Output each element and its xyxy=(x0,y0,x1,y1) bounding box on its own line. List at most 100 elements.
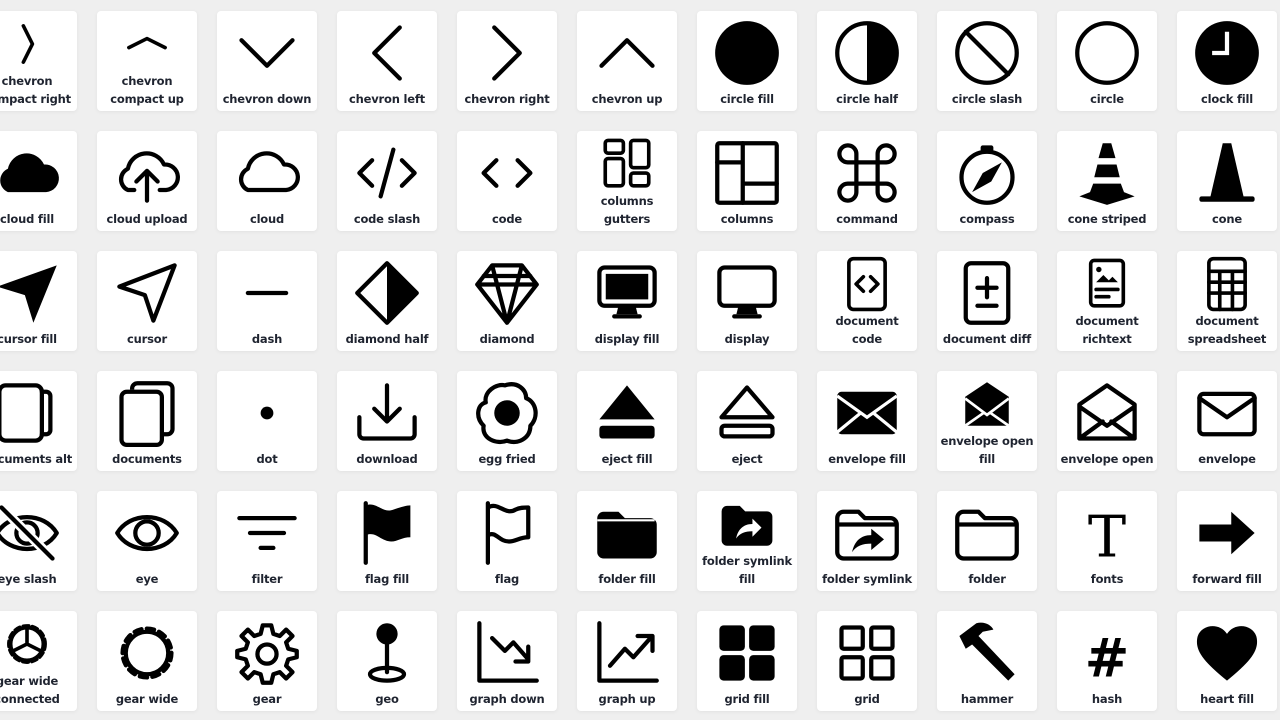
icon-card-cone[interactable]: cone xyxy=(1177,131,1277,231)
icon-card-grid[interactable]: grid xyxy=(817,611,917,711)
cloud-fill-icon xyxy=(0,153,59,193)
icon-card-documents-alt[interactable]: documents alt xyxy=(0,371,77,471)
icon-card-eject[interactable]: eject xyxy=(697,371,797,471)
icon-label: gear wide xyxy=(115,691,179,706)
icon-card-eye-slash[interactable]: eye slash xyxy=(0,491,77,591)
icon-card-columns[interactable]: columns xyxy=(697,131,797,231)
icon-card-document-richtext[interactable]: document richtext xyxy=(1057,251,1157,351)
icon-card-folder-symlink[interactable]: folder symlink xyxy=(817,491,917,591)
cone-striped-icon xyxy=(1079,143,1135,205)
icon-card-geo[interactable]: geo xyxy=(337,611,437,711)
icon-card-fonts[interactable]: Tfonts xyxy=(1057,491,1157,591)
icon-card-circle-slash[interactable]: circle slash xyxy=(937,11,1037,111)
icon-card-hash[interactable]: # hash xyxy=(1057,611,1157,711)
icon-card-cloud-upload[interactable]: cloud upload xyxy=(97,131,197,231)
icon-label: documents alt xyxy=(0,451,73,466)
icon-card-gear[interactable]: gear xyxy=(217,611,317,711)
icon-card-dot[interactable]: dot xyxy=(217,371,317,471)
icon-label: grid xyxy=(854,691,880,706)
icon-card-grid-fill[interactable]: grid fill xyxy=(697,611,797,711)
icon-card-cloud-fill[interactable]: cloud fill xyxy=(0,131,77,231)
code-slash-icon xyxy=(357,147,417,199)
icon-card-cone-striped[interactable]: cone striped xyxy=(1057,131,1157,231)
icon-label: cursor fill xyxy=(0,331,57,346)
icon-card-document-code[interactable]: document code xyxy=(817,251,917,351)
grid-fill-icon xyxy=(719,625,775,681)
icon-card-code-slash[interactable]: code slash xyxy=(337,131,437,231)
icon-card-heart-fill[interactable]: heart fill xyxy=(1177,611,1277,711)
icon-card-flag-fill[interactable]: flag fill xyxy=(337,491,437,591)
icon-card-cursor[interactable]: cursor xyxy=(97,251,197,351)
icon-label: cone xyxy=(1212,211,1242,226)
icon-label: document richtext xyxy=(1075,314,1139,346)
icon-card-chevron-compact-up[interactable]: chevron compact up xyxy=(97,11,197,111)
forward-fill-icon xyxy=(1199,511,1255,555)
icon-card-filter[interactable]: filter xyxy=(217,491,317,591)
icon-card-envelope-open[interactable]: envelope open xyxy=(1057,371,1157,471)
icon-label: filter xyxy=(251,571,283,586)
columns-icon xyxy=(715,141,779,205)
icon-card-circle-fill[interactable]: circle fill xyxy=(697,11,797,111)
icon-label: circle xyxy=(1090,91,1124,106)
icon-card-diamond[interactable]: diamond xyxy=(457,251,557,351)
icon-card-circle-half[interactable]: circle half xyxy=(817,11,917,111)
icon-label: columns gutters xyxy=(600,194,654,226)
documents-icon xyxy=(119,381,175,447)
heart-fill-icon xyxy=(1196,626,1258,681)
icon-card-clock-fill[interactable]: clock fill xyxy=(1177,11,1277,111)
icon-card-chevron-compact-right[interactable]: chevron compact right xyxy=(0,11,77,111)
icon-card-forward-fill[interactable]: forward fill xyxy=(1177,491,1277,591)
icon-card-document-spreadsheet[interactable]: document spreadsheet xyxy=(1177,251,1277,351)
icon-card-egg-fried[interactable]: egg fried xyxy=(457,371,557,471)
icon-card-envelope[interactable]: envelope xyxy=(1177,371,1277,471)
circle-slash-icon xyxy=(955,21,1019,85)
icon-card-code[interactable]: code xyxy=(457,131,557,231)
icon-card-chevron-up[interactable]: chevron up xyxy=(577,11,677,111)
icon-card-dash[interactable]: dash xyxy=(217,251,317,351)
icon-card-eject-fill[interactable]: eject fill xyxy=(577,371,677,471)
icon-card-folder-symlink-fill[interactable]: folder symlink fill xyxy=(697,491,797,591)
gear-icon xyxy=(235,623,299,685)
icon-card-eye[interactable]: eye xyxy=(97,491,197,591)
diamond-half-icon xyxy=(355,261,419,325)
icon-card-download[interactable]: download xyxy=(337,371,437,471)
icon-label: documents xyxy=(112,451,182,466)
eject-icon xyxy=(719,385,775,439)
icon-card-envelope-fill[interactable]: envelope fill xyxy=(817,371,917,471)
icon-card-cloud[interactable]: cloud xyxy=(217,131,317,231)
icon-label: flag fill xyxy=(365,571,409,586)
icon-card-compass[interactable]: compass xyxy=(937,131,1037,231)
icon-card-gear-wide[interactable]: gear wide xyxy=(97,611,197,711)
icon-label: envelope open xyxy=(1060,451,1154,466)
icon-card-chevron-left[interactable]: chevron left xyxy=(337,11,437,111)
icon-card-graph-down[interactable]: graph down xyxy=(457,611,557,711)
icon-label: chevron up xyxy=(591,91,663,106)
icon-card-documents[interactable]: documents xyxy=(97,371,197,471)
icon-card-graph-up[interactable]: graph up xyxy=(577,611,677,711)
icon-card-chevron-down[interactable]: chevron down xyxy=(217,11,317,111)
icon-card-document-diff[interactable]: document diff xyxy=(937,251,1037,351)
eject-fill-icon xyxy=(599,385,655,439)
filter-icon xyxy=(237,516,297,550)
icon-card-columns-gutters[interactable]: columns gutters xyxy=(577,131,677,231)
icon-card-chevron-right[interactable]: chevron right xyxy=(457,11,557,111)
folder-symlink-icon xyxy=(835,509,899,561)
icon-card-diamond-half[interactable]: diamond half xyxy=(337,251,437,351)
icon-card-cursor-fill[interactable]: cursor fill xyxy=(0,251,77,351)
icon-card-envelope-open-fill[interactable]: envelope open fill xyxy=(937,371,1037,471)
cursor-fill-icon xyxy=(0,265,57,323)
icon-card-display[interactable]: display xyxy=(697,251,797,351)
icon-card-circle[interactable]: circle xyxy=(1057,11,1157,111)
icon-card-folder-fill[interactable]: folder fill xyxy=(577,491,677,591)
icon-card-folder[interactable]: folder xyxy=(937,491,1037,591)
icon-card-hammer[interactable]: hammer xyxy=(937,611,1037,711)
icon-label: dot xyxy=(256,451,278,466)
chevron-left-icon xyxy=(372,25,402,81)
icon-card-gear-wide-connected[interactable]: gear wide connected xyxy=(0,611,77,711)
download-icon xyxy=(357,383,417,441)
icon-card-display-fill[interactable]: display fill xyxy=(577,251,677,351)
icon-label: folder symlink fill xyxy=(702,554,792,586)
icon-card-command[interactable]: command xyxy=(817,131,917,231)
icon-card-flag[interactable]: flag xyxy=(457,491,557,591)
icon-label: geo xyxy=(375,691,399,706)
